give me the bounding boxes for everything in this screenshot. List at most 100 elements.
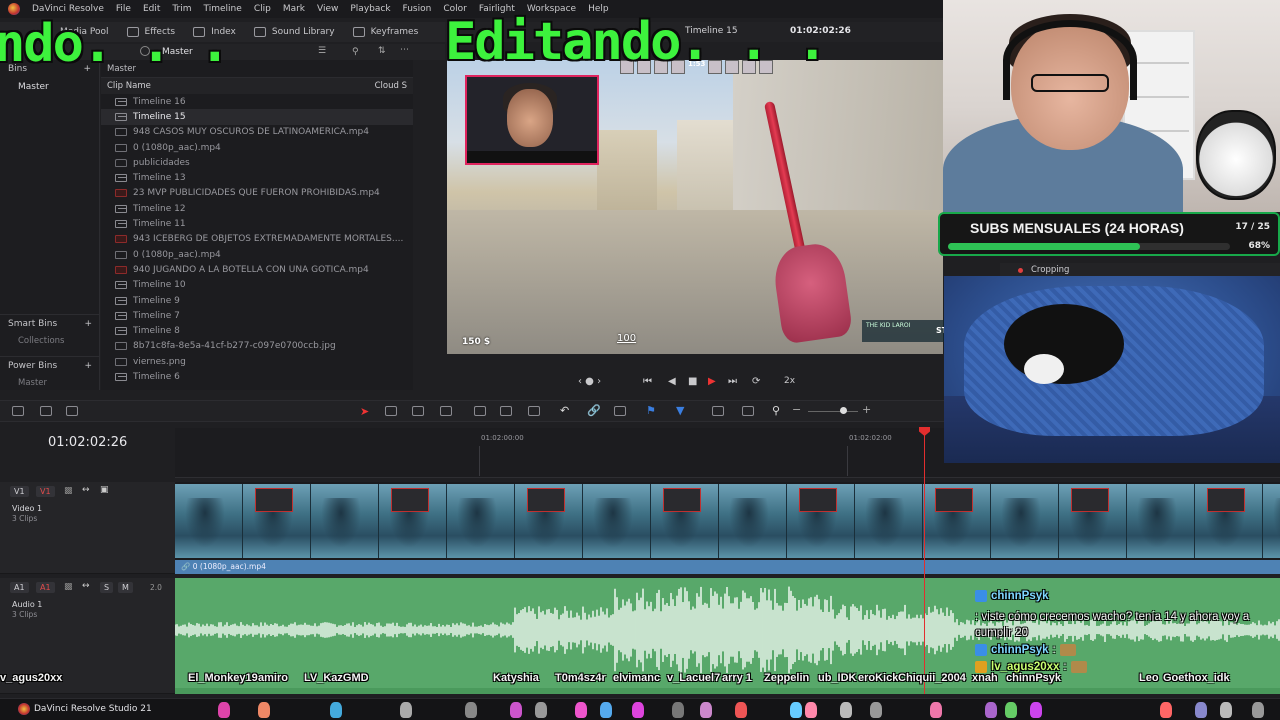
menu-mark[interactable]: Mark: [283, 4, 305, 14]
clip-list-item[interactable]: 940 JUGANDO A LA BOTELLA CON UNA GOTICA.…: [101, 262, 413, 277]
taskbar-app-icon[interactable]: [1252, 702, 1264, 718]
clip-list-item[interactable]: Timeline 10: [101, 278, 413, 293]
video-lock-icon[interactable]: ▩: [64, 486, 73, 496]
link-icon[interactable]: 🔗: [587, 404, 601, 417]
clip-list-item[interactable]: Timeline 8: [101, 323, 413, 338]
taskbar-app-icon[interactable]: [465, 702, 477, 718]
menu-clip[interactable]: Clip: [254, 4, 271, 14]
clip-list-item[interactable]: Timeline 15: [101, 109, 413, 125]
zoom-out-icon[interactable]: −: [792, 403, 801, 416]
video-dest-tag[interactable]: V1: [36, 486, 55, 497]
power-bins-master[interactable]: Master: [0, 375, 100, 391]
menu-fusion[interactable]: Fusion: [403, 4, 432, 14]
clip-list-item[interactable]: 943 ICEBERG DE OBJETOS EXTREMADAMENTE MO…: [101, 232, 413, 247]
trim-tool-icon[interactable]: [385, 406, 397, 416]
menu-timeline[interactable]: Timeline: [204, 4, 242, 14]
cropping-enabled-icon[interactable]: [1018, 267, 1023, 273]
video-track[interactable]: [175, 482, 1280, 560]
audio-source-tag[interactable]: A1: [10, 582, 29, 593]
layout-icon[interactable]: [12, 406, 24, 416]
video-visible-icon[interactable]: ▣: [100, 485, 109, 495]
play-icon[interactable]: ▶: [708, 376, 716, 387]
video-auto-select-icon[interactable]: ↔: [82, 485, 90, 495]
zoom-slider-track[interactable]: [808, 411, 858, 412]
dynamic-trim-icon[interactable]: [412, 406, 424, 416]
go-to-end-icon[interactable]: ⏭: [728, 376, 737, 387]
clip-name-column[interactable]: Clip Name: [107, 81, 151, 91]
menu-playback[interactable]: Playback: [350, 4, 390, 14]
zoom-custom-icon[interactable]: ⚲: [772, 404, 780, 417]
taskbar-app-icon[interactable]: [985, 702, 997, 718]
play-reverse-icon[interactable]: ◀: [668, 376, 676, 387]
audio-lock-icon[interactable]: ▩: [64, 582, 73, 592]
zoom-in-icon[interactable]: +: [862, 403, 871, 416]
zoom-detail-icon[interactable]: [742, 406, 754, 416]
video-track-name[interactable]: Video 1: [12, 504, 42, 513]
taskbar-app-icon[interactable]: [600, 702, 612, 718]
loop-icon[interactable]: ⟳: [752, 376, 760, 387]
clip-list-item[interactable]: Timeline 9: [101, 293, 413, 308]
taskbar-app-icon[interactable]: [930, 702, 942, 718]
clip-list-item[interactable]: Timeline 12: [101, 201, 413, 216]
blade-tool-icon[interactable]: [440, 406, 452, 416]
menu-trim[interactable]: Trim: [172, 4, 191, 14]
taskbar-app-icon[interactable]: [575, 702, 587, 718]
clip-list-item[interactable]: Timeline 11: [101, 216, 413, 231]
taskbar-app-name[interactable]: DaVinci Resolve Studio 21: [34, 704, 152, 714]
menu-edit[interactable]: Edit: [143, 4, 160, 14]
add-power-bin-icon[interactable]: +: [84, 361, 92, 371]
zoom-full-icon[interactable]: [712, 406, 724, 416]
zoom-slider-handle[interactable]: [840, 407, 847, 414]
clip-list-item[interactable]: publicidades: [101, 155, 413, 170]
keyframes-button[interactable]: Keyframes: [352, 27, 418, 37]
taskbar-app-icon[interactable]: [1005, 702, 1017, 718]
taskbar-app-icon[interactable]: [735, 702, 747, 718]
taskbar-app-icon[interactable]: [672, 702, 684, 718]
prev-marker-icon[interactable]: ‹ ● ›: [578, 376, 601, 387]
taskbar-app-icon[interactable]: [1220, 702, 1232, 718]
taskbar-app-icon[interactable]: [700, 702, 712, 718]
sound-library-button[interactable]: Sound Library: [253, 27, 335, 37]
lock-icon[interactable]: [614, 406, 626, 416]
taskbar-app-icon[interactable]: [510, 702, 522, 718]
taskbar-app-icon[interactable]: [218, 702, 230, 718]
taskbar-app-icon[interactable]: [632, 702, 644, 718]
search-icon[interactable]: ⚲: [352, 47, 359, 57]
taskbar-app-icon[interactable]: [870, 702, 882, 718]
mic-icon[interactable]: [66, 406, 78, 416]
audio-icon[interactable]: [40, 406, 52, 416]
taskbar-app-icon[interactable]: [258, 702, 270, 718]
video-source-tag[interactable]: V1: [10, 486, 29, 497]
taskbar-app-icon[interactable]: [1160, 702, 1172, 718]
audio-mute-button[interactable]: M: [118, 582, 133, 593]
marker-icon[interactable]: ▼: [676, 404, 684, 417]
menu-view[interactable]: View: [317, 4, 338, 14]
go-to-start-icon[interactable]: ⏮: [643, 376, 652, 387]
taskbar-app-icon[interactable]: [805, 702, 817, 718]
clip-list-item[interactable]: 8b71c8fa-8e5a-41cf-b277-c097e0700ccb.jpg: [101, 339, 413, 354]
clip-list-item[interactable]: Timeline 16: [101, 94, 413, 109]
clip-list-item[interactable]: 23 MVP PUBLICIDADES QUE FUERON PROHIBIDA…: [101, 186, 413, 201]
taskbar-app-icon[interactable]: [1195, 702, 1207, 718]
clip-list-item[interactable]: 0 (1080p_aac).mp4: [101, 140, 413, 155]
snapping-icon[interactable]: ↶: [560, 404, 569, 417]
clip-list-item[interactable]: Timeline 6: [101, 369, 413, 384]
menu-file[interactable]: File: [116, 4, 131, 14]
clip-list-item[interactable]: 948 CASOS MUY OSCUROS DE LATINOAMERICA.m…: [101, 125, 413, 140]
taskbar-app-icon[interactable]: [790, 702, 802, 718]
overwrite-clip-icon[interactable]: [500, 406, 512, 416]
cloud-column[interactable]: Cloud S: [375, 81, 407, 91]
selection-tool-icon[interactable]: ➤: [360, 405, 369, 418]
inspector-cropping-row[interactable]: Cropping: [1000, 263, 1280, 277]
replace-clip-icon[interactable]: [528, 406, 540, 416]
timeline-timecode[interactable]: 01:02:02:26: [48, 435, 127, 450]
audio-solo-button[interactable]: S: [100, 582, 114, 593]
taskbar-app-icon[interactable]: [330, 702, 342, 718]
flag-icon[interactable]: ⚑: [646, 404, 656, 417]
insert-clip-icon[interactable]: [474, 406, 486, 416]
taskbar-app-icon[interactable]: [840, 702, 852, 718]
playback-speed[interactable]: 2x: [784, 376, 795, 386]
bin-master[interactable]: Master: [0, 78, 99, 96]
clip-list-item[interactable]: viernes.png: [101, 354, 413, 369]
clip-list-item[interactable]: 0 (1080p_aac).mp4: [101, 247, 413, 262]
